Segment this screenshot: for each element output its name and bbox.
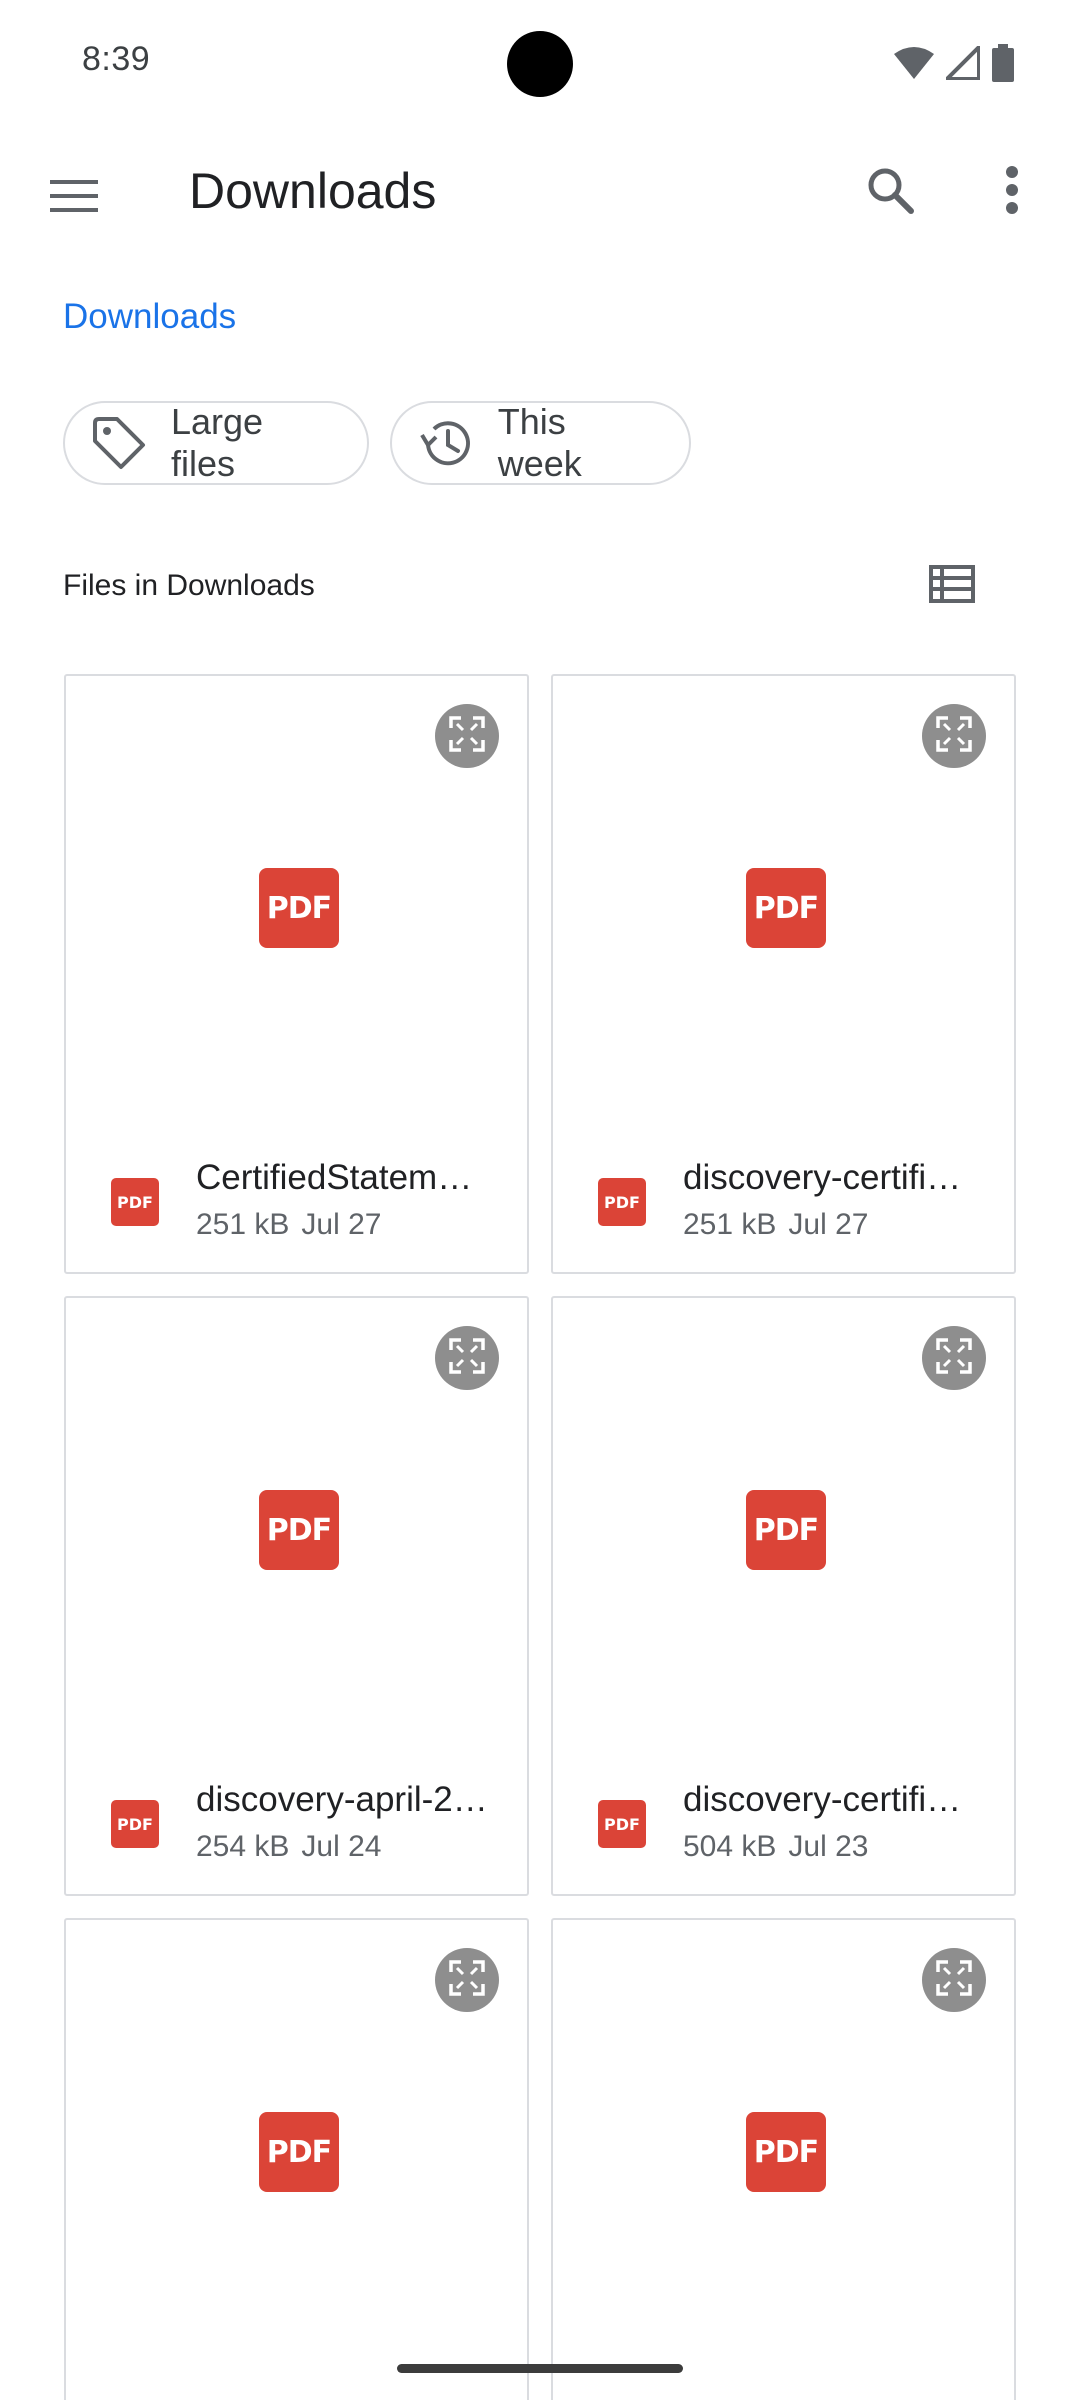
chip-this-week[interactable]: This week (390, 401, 691, 485)
file-name: discovery-certifi… (683, 1158, 962, 1197)
file-card[interactable]: PDF PDF CertifiedStatem… 251 kB Jul 27 (64, 674, 529, 1274)
preview-button[interactable] (922, 1326, 986, 1390)
section-title: Files in Downloads (63, 569, 315, 602)
battery-icon (992, 44, 1014, 82)
preview-button[interactable] (435, 1948, 499, 2012)
file-name: discovery-certifi… (683, 1780, 962, 1819)
signal-icon (946, 46, 980, 80)
file-date: Jul 24 (301, 1830, 382, 1863)
file-card[interactable]: PDF PDF discovery-april-2… 254 kB Jul 24 (64, 1296, 529, 1896)
file-card[interactable]: PDF PDF discovery-certifi… 504 kB Jul 23 (551, 1296, 1016, 1896)
status-time: 8:39 (82, 40, 151, 78)
expand-icon (449, 1959, 485, 2001)
file-meta: 251 kB Jul 27 (683, 1208, 868, 1242)
card-footer: PDF discovery-certifi… 504 kB Jul 23 (553, 1774, 1014, 1894)
file-meta: 251 kB Jul 27 (196, 1208, 381, 1242)
view-toggle-button[interactable] (912, 554, 992, 618)
status-icons (894, 44, 1014, 82)
pdf-thumbnail-icon: PDF (259, 2112, 339, 2192)
expand-icon (449, 1337, 485, 1379)
card-footer: PDF discovery-certifi… 251 kB Jul 27 (553, 1152, 1014, 1272)
file-date: Jul 23 (788, 1830, 869, 1863)
file-date: Jul 27 (301, 1208, 382, 1241)
status-bar: 8:39 (0, 0, 1080, 128)
breadcrumb[interactable]: Downloads (63, 297, 236, 337)
list-view-icon (929, 564, 975, 608)
pdf-thumbnail-icon: PDF (746, 2112, 826, 2192)
file-name: discovery-april-2… (196, 1780, 488, 1819)
card-footer: PDF CertifiedStatem… 251 kB Jul 27 (66, 1152, 527, 1272)
expand-icon (936, 1337, 972, 1379)
file-size: 251 kB (683, 1208, 777, 1241)
pdf-thumbnail-icon: PDF (746, 868, 826, 948)
history-icon (416, 413, 476, 473)
file-name: CertifiedStatem… (196, 1158, 473, 1197)
pdf-file-type-icon: PDF (598, 1800, 646, 1848)
preview-button[interactable] (435, 704, 499, 768)
pdf-file-type-icon: PDF (111, 1178, 159, 1226)
search-icon (865, 165, 915, 220)
menu-button[interactable] (34, 158, 114, 238)
chip-label: Large files (170, 401, 264, 484)
page-title: Downloads (189, 163, 437, 219)
camera-cutout (507, 31, 573, 97)
expand-icon (936, 1959, 972, 2001)
more-vert-icon (1005, 165, 1019, 219)
more-options-button[interactable] (972, 152, 1052, 232)
preview-button[interactable] (922, 1948, 986, 2012)
file-meta: 504 kB Jul 23 (683, 1830, 868, 1864)
card-footer: PDF discovery-april-2… 254 kB Jul 24 (66, 1774, 527, 1894)
gesture-navigation-bar[interactable] (397, 2364, 683, 2373)
menu-icon (50, 178, 98, 219)
file-card[interactable]: PDF (64, 1918, 529, 2400)
search-button[interactable] (850, 152, 930, 232)
file-size: 504 kB (683, 1830, 777, 1863)
pdf-thumbnail-icon: PDF (259, 868, 339, 948)
file-card[interactable]: PDF PDF discovery-certifi… 251 kB Jul 27 (551, 674, 1016, 1274)
label-tag-icon (89, 413, 149, 473)
file-size: 254 kB (196, 1830, 290, 1863)
preview-button[interactable] (922, 704, 986, 768)
file-meta: 254 kB Jul 24 (196, 1830, 381, 1864)
pdf-thumbnail-icon: PDF (746, 1490, 826, 1570)
preview-button[interactable] (435, 1326, 499, 1390)
file-card[interactable]: PDF (551, 1918, 1016, 2400)
wifi-icon (894, 46, 934, 80)
expand-icon (449, 715, 485, 757)
pdf-file-type-icon: PDF (111, 1800, 159, 1848)
chip-label: This week (497, 401, 582, 484)
chip-large-files[interactable]: Large files (63, 401, 369, 485)
pdf-thumbnail-icon: PDF (259, 1490, 339, 1570)
file-size: 251 kB (196, 1208, 290, 1241)
expand-icon (936, 715, 972, 757)
pdf-file-type-icon: PDF (598, 1178, 646, 1226)
file-date: Jul 27 (788, 1208, 869, 1241)
app-bar: Downloads (0, 128, 1080, 256)
